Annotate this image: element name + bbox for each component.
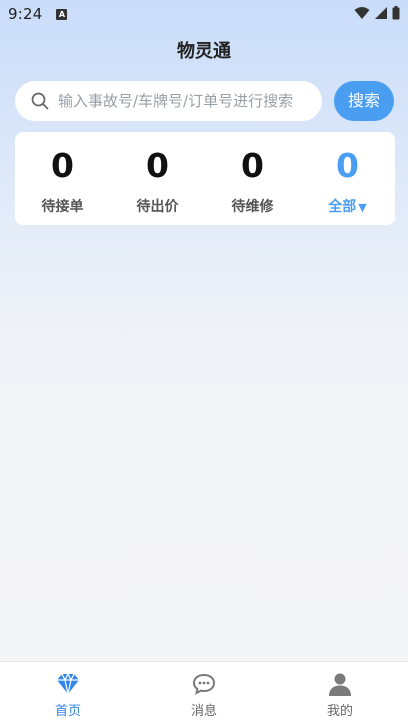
stat-label: 待接单 xyxy=(41,199,84,215)
tab-mine[interactable]: 我的 xyxy=(272,662,408,727)
search-input[interactable] xyxy=(58,92,308,110)
stat-all-label: 全部 xyxy=(328,199,357,215)
tab-label: 我的 xyxy=(326,704,353,719)
notification-app-icon: A xyxy=(56,8,68,20)
status-bar: 9:24 A xyxy=(0,0,408,28)
title-bar: 物灵通 xyxy=(0,30,408,70)
stat-all[interactable]: 0 全部 ▼ xyxy=(300,132,395,225)
status-indicators xyxy=(354,6,400,20)
bottom-tab-bar: 首页 消息 我的 xyxy=(0,661,408,727)
search-button[interactable]: 搜索 xyxy=(334,81,394,121)
order-stats-card: 0 待接单 0 待出价 0 待维修 0 全部 ▼ xyxy=(15,132,395,225)
search-icon xyxy=(31,92,49,110)
stat-label: 全部 ▼ xyxy=(328,196,366,216)
chat-bubble-icon xyxy=(192,673,216,695)
diamond-icon xyxy=(57,672,79,695)
battery-icon xyxy=(392,6,400,20)
stat-label: 待出价 xyxy=(136,199,179,215)
person-icon xyxy=(329,673,351,696)
caret-down-icon[interactable]: ▼ xyxy=(358,201,366,214)
stat-pending-bid[interactable]: 0 待出价 xyxy=(110,132,205,225)
stat-count: 0 xyxy=(51,146,74,185)
status-time: 9:24 xyxy=(8,5,43,23)
tab-label: 消息 xyxy=(190,704,217,719)
tab-home[interactable]: 首页 xyxy=(0,662,136,727)
stat-label: 待维修 xyxy=(231,199,274,215)
stat-count: 0 xyxy=(241,146,264,185)
page-title: 物灵通 xyxy=(177,41,231,62)
tab-label: 首页 xyxy=(54,704,81,719)
stat-pending-repair[interactable]: 0 待维修 xyxy=(205,132,300,225)
tab-messages[interactable]: 消息 xyxy=(136,662,272,727)
signal-icon xyxy=(375,7,387,19)
search-row: 搜索 xyxy=(15,81,394,121)
stat-count: 0 xyxy=(146,146,169,185)
search-box[interactable] xyxy=(15,81,322,121)
stat-count: 0 xyxy=(336,146,359,185)
wifi-icon xyxy=(354,7,370,19)
stat-pending-accept[interactable]: 0 待接单 xyxy=(15,132,110,225)
